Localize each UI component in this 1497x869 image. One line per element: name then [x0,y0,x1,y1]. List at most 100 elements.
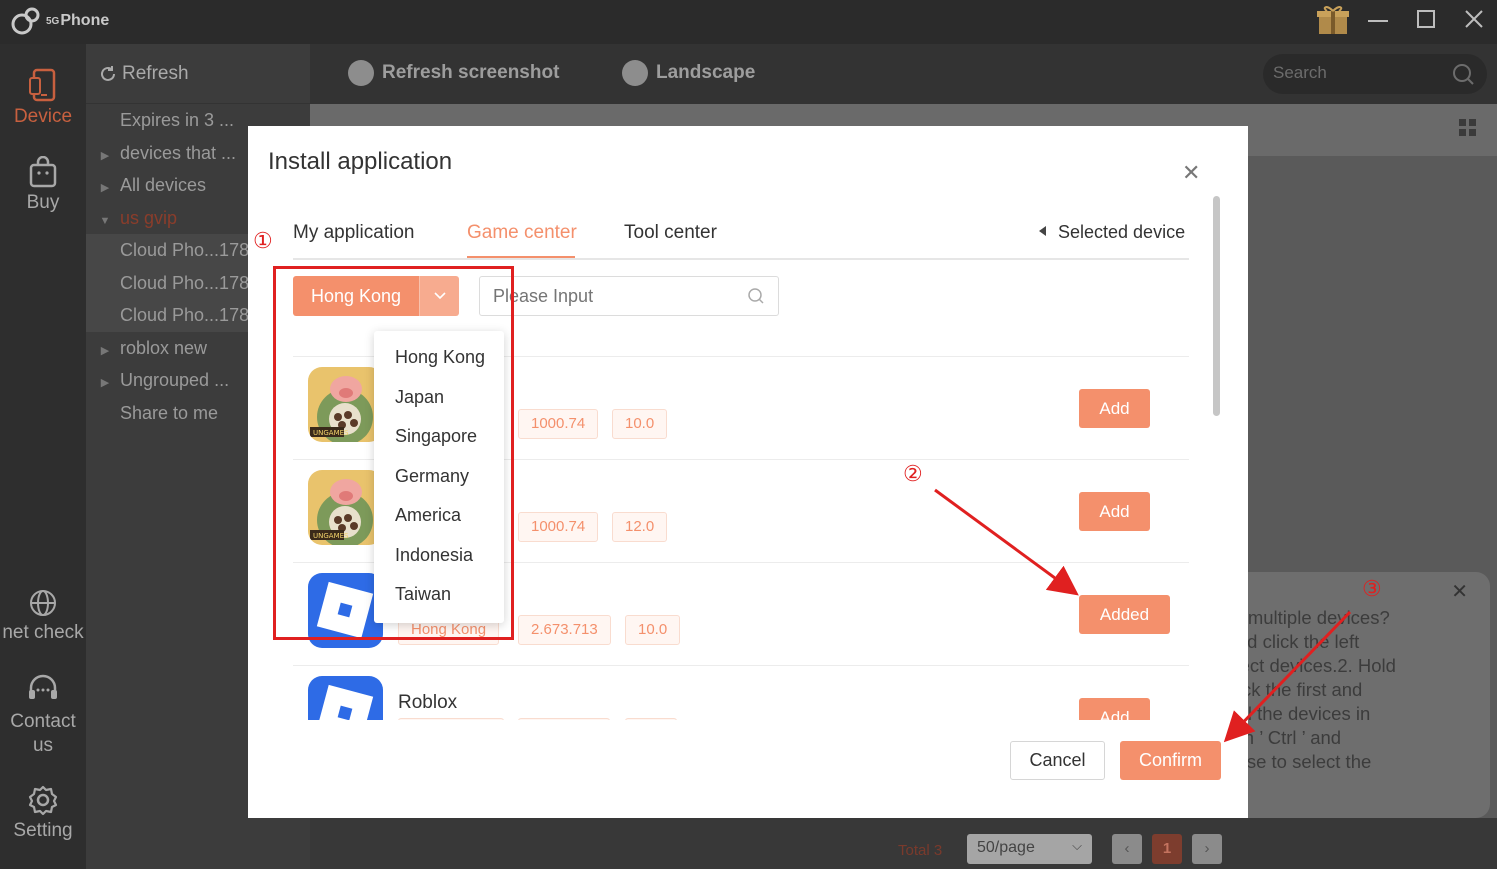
caret-right-icon: ▶ [100,377,110,389]
title-bar: 5G Phone [0,0,1497,44]
app-tag [518,718,610,720]
tree-row-label: roblox new [120,337,208,358]
phone-icon [29,68,56,102]
next-page-button[interactable]: › [1192,834,1222,864]
total-count: Total 3 [898,842,943,859]
nav-setting-label: Setting [13,820,73,841]
per-page-select[interactable]: 50/page ⌵ [967,834,1092,864]
tree-row-label: Cloud Pho...178 [120,272,250,293]
tab-game-center[interactable]: Game center [467,222,577,244]
app-search-input[interactable] [479,276,779,316]
nav-device-label: Device [13,106,73,127]
maximize-icon[interactable] [1416,8,1436,36]
pagination-bar: Total 3 50/page ⌵ ‹ 1 › [310,818,1497,869]
globe-icon [30,590,56,616]
caret-down-icon: ▼ [99,214,111,227]
tree-row-label: Ungrouped ... [120,370,230,390]
tree-row-label: All devices [120,175,207,195]
tree-row-label: Cloud Pho...178 [120,305,250,325]
gear-icon [28,785,58,816]
app-os-tag: 10.0 [612,409,668,439]
grid-view-icon[interactable] [1458,118,1478,138]
roblox-icon [308,676,383,720]
main-toolbar: Refresh screenshot Landscape Search [310,44,1497,104]
page-number-button[interactable]: 1 [1152,834,1182,864]
left-nav: Device Buy net check Contact us Setting [0,44,86,869]
tree-refresh-button[interactable]: Refresh [86,44,310,104]
app-row: Roblox Add [293,665,1189,720]
app-tag [625,718,677,720]
caret-right-icon: ▶ [100,182,110,194]
window-close-icon[interactable] [1464,8,1484,36]
caret-right-icon: ▶ [100,344,110,357]
chevron-right-icon: › [1204,840,1210,857]
cancel-button[interactable]: Cancel [1010,741,1105,780]
add-app-button[interactable]: Add [1079,492,1150,531]
landscape-button[interactable]: Landscape [622,60,755,86]
add-app-button[interactable]: Add [1079,389,1150,428]
tree-row-label: Expires in 3 ... [120,110,235,130]
device-search-input[interactable]: Search [1263,54,1487,94]
active-tab-indicator [467,256,575,258]
nav-setting[interactable]: Setting [0,784,86,842]
nav-contact[interactable]: Contact us [0,674,86,758]
tree-row-label: devices that ... [120,142,237,163]
selected-device-toggle[interactable]: Selected device [1039,222,1185,243]
nav-contact-label: Contact us [10,711,76,756]
headset-icon [29,674,57,699]
dialog-scrollbar[interactable] [1213,196,1220,416]
hint-close-icon[interactable]: ✕ [1451,580,1468,604]
nav-device[interactable]: Device [0,68,86,128]
chevron-left-icon: ‹ [1124,840,1130,857]
tree-refresh-label: Refresh [122,62,189,84]
tab-my-application[interactable]: My application [293,222,414,244]
annotation-step-3: ③ [1362,576,1382,601]
tab-tool-center[interactable]: Tool center [624,222,717,244]
nav-buy[interactable]: Buy [0,156,86,214]
tree-row-label: Cloud Pho...178 [120,240,250,260]
refresh-screenshot-label: Refresh screenshot [382,62,560,83]
dialog-title: Install application [268,148,453,175]
landscape-label: Landscape [656,62,756,83]
add-app-button[interactable]: Add [1079,698,1150,720]
dialog-close-icon[interactable]: ✕ [1182,162,1200,184]
caret-right-icon: ▶ [100,149,110,162]
logo-prefix: 5G [46,15,60,27]
search-icon [1453,64,1474,85]
nav-net-check[interactable]: net check [0,588,86,644]
selected-device-label: Selected device [1058,222,1186,242]
tree-row-label: Share to me [120,402,219,423]
added-app-button[interactable]: Added [1079,595,1170,634]
app-logo: 5G Phone [10,6,109,36]
minimize-icon[interactable] [1368,6,1388,40]
device-search-placeholder: Search [1273,63,1327,82]
refresh-screenshot-icon [348,60,374,86]
chevron-down-icon: ⌵ [1072,838,1082,853]
refresh-screenshot-button[interactable]: Refresh screenshot [348,60,559,86]
refresh-icon [101,65,115,81]
nav-buy-label: Buy [26,192,60,213]
app-size-tag: 2.673.713 [518,615,611,645]
annotation-highlight-box [273,266,514,640]
app-tag [398,718,504,720]
tree-row-label: us gvip [120,207,178,228]
app-size-tag: 1000.74 [518,512,599,542]
dialog-tabs: My application Game center Tool center S… [293,222,1189,260]
app-name: Phone [60,12,110,29]
app-size-tag: 1000.74 [518,409,599,439]
landscape-icon [622,60,648,86]
gift-icon[interactable] [1316,4,1350,42]
app-name: Roblox [398,692,458,713]
confirm-button[interactable]: Confirm [1120,741,1221,780]
per-page-value: 50/page [977,839,1035,856]
nav-net-check-label: net check [2,622,84,643]
page-number-label: 1 [1162,840,1172,857]
prev-page-button[interactable]: ‹ [1112,834,1142,864]
annotation-step-1: ① [253,228,273,253]
logo-icon [11,7,40,35]
app-os-tag: 12.0 [612,512,668,542]
app-os-tag: 10.0 [625,615,681,645]
bag-icon [29,156,57,188]
caret-left-icon [1039,226,1046,236]
search-icon[interactable] [747,287,765,305]
